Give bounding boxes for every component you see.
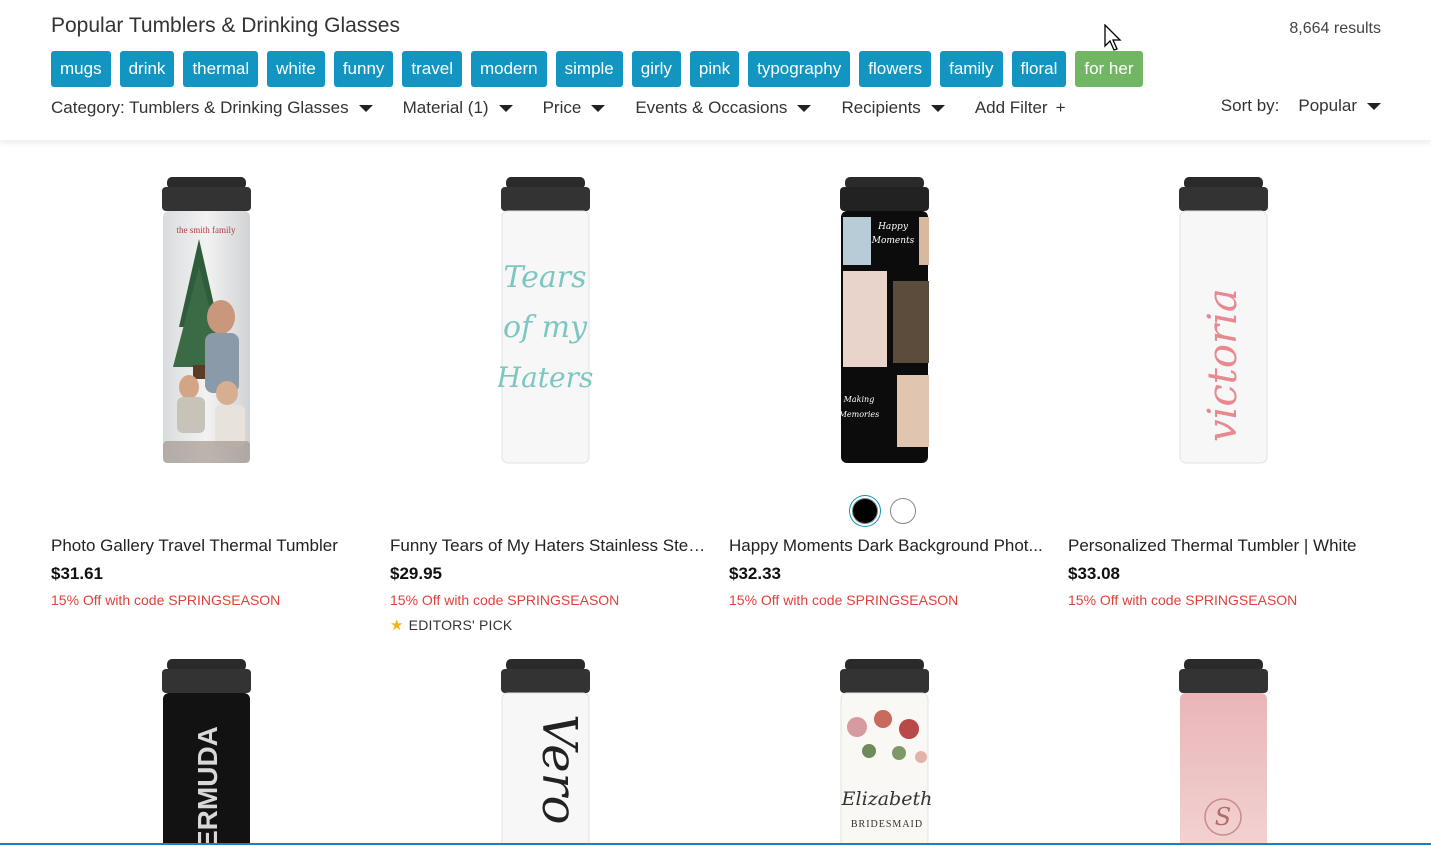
design-text: Vero [531,714,587,825]
filter-category-label: Category: Tumblers & Drinking Glasses [51,98,349,117]
product-image[interactable]: S [1176,659,1271,845]
product-card[interactable]: victoria Personalized Thermal Tumbler | … [1068,150,1388,630]
tag-pink[interactable]: pink [689,51,740,87]
design-text: Memories [838,410,880,419]
page-header: Popular Tumblers & Drinking Glasses 8,66… [0,0,1431,140]
product-promo: 15% Off with code SPRINGSEASON [729,592,959,608]
product-image[interactable]: ERMUDA [159,659,254,845]
product-card[interactable]: Happy Moments Making Memories Happy Mome… [729,150,1049,630]
filter-price[interactable]: Price [543,98,606,118]
tag-list: mugs drink thermal white funny travel mo… [51,51,1143,87]
product-image[interactable]: victoria [1176,177,1271,467]
design-text: S [1215,803,1231,831]
product-name[interactable]: Funny Tears of My Haters Stainless Stee.… [390,536,710,556]
product-card[interactable]: S [1068,632,1388,845]
caret-down-icon [498,104,513,112]
product-price: $29.95 [390,564,442,583]
filter-recipients-label: Recipients [841,98,921,117]
product-price: $31.61 [51,564,103,583]
filter-bar: Category: Tumblers & Drinking Glasses Ma… [51,96,1096,120]
mouse-cursor-icon [1104,24,1122,51]
design-text: the smith family [177,225,236,235]
tag-floral[interactable]: floral [1011,51,1067,87]
filter-events-label: Events & Occasions [635,98,788,117]
product-card[interactable]: ERMUDA [51,632,371,845]
sort-label: Sort by: [1220,96,1280,115]
editors-pick-label: EDITORS' PICK [408,617,513,633]
design-text: ERMUDA [192,726,223,845]
design-text: victoria [1200,288,1246,442]
product-image[interactable]: Tears of my Haters [498,177,593,467]
sort-control: Sort by: Popular [1221,96,1381,116]
tag-girly[interactable]: girly [631,51,681,87]
swatch-black[interactable] [852,498,878,524]
filter-price-label: Price [542,98,582,117]
tag-drink[interactable]: drink [119,51,175,87]
swatch-white[interactable] [890,498,916,524]
design-text: Happy [877,222,909,232]
tag-family[interactable]: family [940,51,1003,87]
filter-material-label: Material (1) [402,98,489,117]
sort-dropdown[interactable]: Popular [1298,96,1381,116]
caret-down-icon [358,104,373,112]
product-image[interactable]: Elizabeth BRIDESMAID [837,659,932,845]
product-price: $32.33 [729,564,781,583]
product-promo: 15% Off with code SPRINGSEASON [1068,592,1298,608]
product-name[interactable]: Photo Gallery Travel Thermal Tumbler [51,536,371,556]
filter-material[interactable]: Material (1) [403,98,513,118]
caret-down-icon [797,104,812,112]
tag-funny[interactable]: funny [333,51,394,87]
tag-simple[interactable]: simple [555,51,623,87]
add-filter-label: Add Filter [974,98,1048,117]
filter-events[interactable]: Events & Occasions [635,98,812,118]
tag-white[interactable]: white [267,51,325,87]
tag-for-her[interactable]: for her [1075,51,1143,87]
product-promo: 15% Off with code SPRINGSEASON [51,592,281,608]
sort-value: Popular [1298,96,1357,115]
caret-down-icon [591,104,606,112]
plus-icon: + [1055,98,1066,117]
design-text: Making [843,395,875,404]
product-card[interactable]: Vero [390,632,710,845]
design-text: Moments [871,236,915,246]
filter-recipients[interactable]: Recipients [841,98,945,118]
caret-down-icon [1367,102,1381,110]
product-price: $33.08 [1068,564,1120,583]
tag-thermal[interactable]: thermal [183,51,259,87]
product-image[interactable]: the smith family [159,177,254,467]
product-name[interactable]: Personalized Thermal Tumbler | White [1068,536,1388,556]
tag-mugs[interactable]: mugs [51,51,111,87]
product-card[interactable]: the smith family Photo Gallery Travel Th… [51,150,371,630]
tag-travel[interactable]: travel [402,51,462,87]
design-text: Elizabeth [841,788,932,810]
design-text: BRIDESMAID [851,819,923,830]
page-title: Popular Tumblers & Drinking Glasses [51,14,400,37]
product-image[interactable]: Happy Moments Making Memories [837,177,932,467]
caret-down-icon [930,104,945,112]
tag-typography[interactable]: typography [748,51,851,87]
design-text: of my [503,310,588,345]
product-card[interactable]: Elizabeth BRIDESMAID [729,632,1049,845]
color-swatches [852,498,916,524]
tag-modern[interactable]: modern [470,51,547,87]
filter-category[interactable]: Category: Tumblers & Drinking Glasses [51,98,373,118]
tag-flowers[interactable]: flowers [859,51,932,87]
product-name[interactable]: Happy Moments Dark Background Phot... [729,536,1049,556]
design-text: Tears [503,260,586,295]
product-promo: 15% Off with code SPRINGSEASON [390,592,620,608]
design-text: Haters [498,361,593,394]
product-image[interactable]: Vero [498,659,593,845]
product-card[interactable]: Tears of my Haters Funny Tears of My Hat… [390,150,710,634]
add-filter-button[interactable]: Add Filter + [975,98,1066,118]
results-count: 8,664 results [1289,20,1381,37]
